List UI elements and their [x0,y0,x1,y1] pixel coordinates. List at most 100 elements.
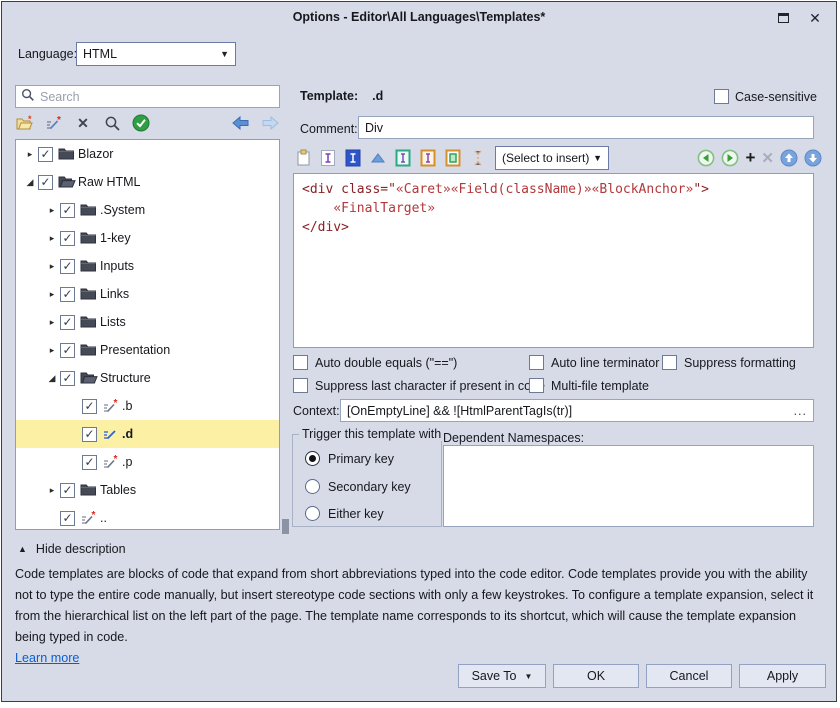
tree-item--d[interactable]: ✓.d [16,420,279,448]
tree-item-checkbox[interactable]: ✓ [82,455,97,470]
tree-item-presentation[interactable]: ▸✓ Presentation [16,336,279,364]
comment-input[interactable]: Div [358,116,814,139]
navigate-forward-icon[interactable] [260,113,280,133]
tree-item--[interactable]: ✓*.. [16,504,279,530]
expand-expander-icon[interactable]: ▸ [44,485,60,496]
move-up-icon[interactable] [779,148,799,168]
expand-expander-icon[interactable]: ▸ [44,345,60,356]
target-icon[interactable] [443,148,463,168]
language-combobox[interactable]: HTML ▼ [76,42,236,66]
tree-item-structure[interactable]: ◢✓Structure [16,364,279,392]
tree-item-checkbox[interactable]: ✓ [38,147,53,162]
caret-icon[interactable] [318,148,338,168]
tree-item-checkbox[interactable]: ✓ [82,427,97,442]
tree-item-checkbox[interactable]: ✓ [38,175,53,190]
primary-key-option[interactable]: Primary key [305,451,394,466]
tree-item--system[interactable]: ▸✓.System [16,196,279,224]
template-label: Template: [300,89,358,103]
cancel-button[interactable]: Cancel [646,664,732,688]
hide-description-toggle[interactable]: ▲ Hide description [18,542,126,556]
navigate-forward-icon[interactable] [720,148,740,168]
navigate-back-icon[interactable] [696,148,716,168]
field-icon[interactable] [393,148,413,168]
suppress-last-character-checkbox[interactable] [293,378,308,393]
new-category-icon[interactable]: * [15,113,35,133]
tree-item--b[interactable]: ✓*.b [16,392,279,420]
new-template-icon[interactable]: * [44,113,64,133]
auto-double-equals-checkbox[interactable] [293,355,308,370]
suppress-last-character-label: Suppress last character if present in co… [315,379,545,393]
case-sensitive-checkbox[interactable] [714,89,729,104]
ok-button[interactable]: OK [553,664,639,688]
expand-expander-icon[interactable]: ▸ [44,205,60,216]
tree-item-lists[interactable]: ▸✓Lists [16,308,279,336]
suppress-formatting-option[interactable]: Suppress formatting [662,355,796,370]
navigate-back-icon[interactable] [231,113,251,133]
marker-icon[interactable] [368,148,388,168]
expand-expander-icon[interactable]: ▸ [44,233,60,244]
tree-item-label: .p [122,455,132,469]
tree-item-checkbox[interactable]: ✓ [82,399,97,414]
tree-item-checkbox[interactable]: ✓ [60,511,75,526]
add-icon[interactable]: + [745,148,755,168]
apply-button[interactable]: Apply [739,664,826,688]
tree-item-blazor[interactable]: ▸✓Blazor [16,140,279,168]
delete-icon[interactable]: ✕ [73,113,93,133]
move-down-icon[interactable] [803,148,823,168]
tree-item-checkbox[interactable]: ✓ [60,315,75,330]
collapse-expander-icon[interactable]: ◢ [44,373,60,384]
tree-item-checkbox[interactable]: ✓ [60,343,75,358]
svg-text:*: * [114,454,118,465]
tree-item-raw-html[interactable]: ◢✓Raw HTML [16,168,279,196]
tree-item-checkbox[interactable]: ✓ [60,203,75,218]
tree-item-checkbox[interactable]: ✓ [60,287,75,302]
tree-item--p[interactable]: ✓ * .p [16,448,279,476]
close-button[interactable]: ✕ [804,8,826,28]
context-browse-button[interactable]: ... [794,404,807,418]
select-to-insert-combobox[interactable]: (Select to insert) ▼ [495,146,609,170]
search-input[interactable]: Search [15,85,280,108]
auto-line-terminator-option[interactable]: Auto line terminator [529,355,659,370]
tree-item-checkbox[interactable]: ✓ [60,259,75,274]
case-sensitive-option[interactable]: Case-sensitive [714,89,817,104]
maximize-button[interactable] [772,8,794,28]
suppress-formatting-label: Suppress formatting [684,356,796,370]
secondary-key-option[interactable]: Secondary key [305,479,411,494]
tree-item-inputs[interactable]: ▸✓Inputs [16,252,279,280]
expand-expander-icon[interactable]: ▸ [44,289,60,300]
text-field-icon[interactable] [418,148,438,168]
save-to-button[interactable]: Save To ▼ [458,664,546,688]
tree-item-1-key[interactable]: ▸✓1-key [16,224,279,252]
auto-line-terminator-checkbox[interactable] [529,355,544,370]
expand-expander-icon[interactable]: ▸ [22,149,38,160]
suppress-last-character-option[interactable]: Suppress last character if present in co… [293,378,545,393]
collapse-expander-icon[interactable]: ◢ [22,177,38,188]
tree-item-checkbox[interactable]: ✓ [60,231,75,246]
expand-expander-icon[interactable]: ▸ [44,317,60,328]
code-editor[interactable]: <div class="«Caret»«Field(className)»«Bl… [293,173,814,348]
validate-icon[interactable] [131,113,151,133]
namespaces-listbox[interactable] [443,445,814,527]
tree-item-checkbox[interactable]: ✓ [60,483,75,498]
paste-icon[interactable] [293,148,313,168]
primary-key-label: Primary key [328,452,394,466]
find-icon[interactable] [102,113,122,133]
multi-file-template-option[interactable]: Multi-file template [529,378,649,393]
folder-open-icon [80,370,98,386]
context-input[interactable]: [OnEmptyLine] && ![HtmlParentTagIs(tr)] … [340,399,814,422]
suppress-formatting-checkbox[interactable] [662,355,677,370]
learn-more-link[interactable]: Learn more [15,651,79,665]
tree-item-tables[interactable]: ▸✓Tables [16,476,279,504]
primary-key-radio[interactable] [305,451,320,466]
either-key-option[interactable]: Either key [305,506,384,521]
expand-expander-icon[interactable]: ▸ [44,261,60,272]
tree-item-links[interactable]: ▸✓Links [16,280,279,308]
panel-splitter-handle[interactable] [282,519,289,534]
tree-item-checkbox[interactable]: ✓ [60,371,75,386]
block-anchor-icon[interactable] [343,148,363,168]
secondary-key-radio[interactable] [305,479,320,494]
auto-double-equals-option[interactable]: Auto double equals ("==") [293,355,457,370]
multi-file-template-checkbox[interactable] [529,378,544,393]
tree-item-label: Presentation [100,343,170,357]
either-key-radio[interactable] [305,506,320,521]
